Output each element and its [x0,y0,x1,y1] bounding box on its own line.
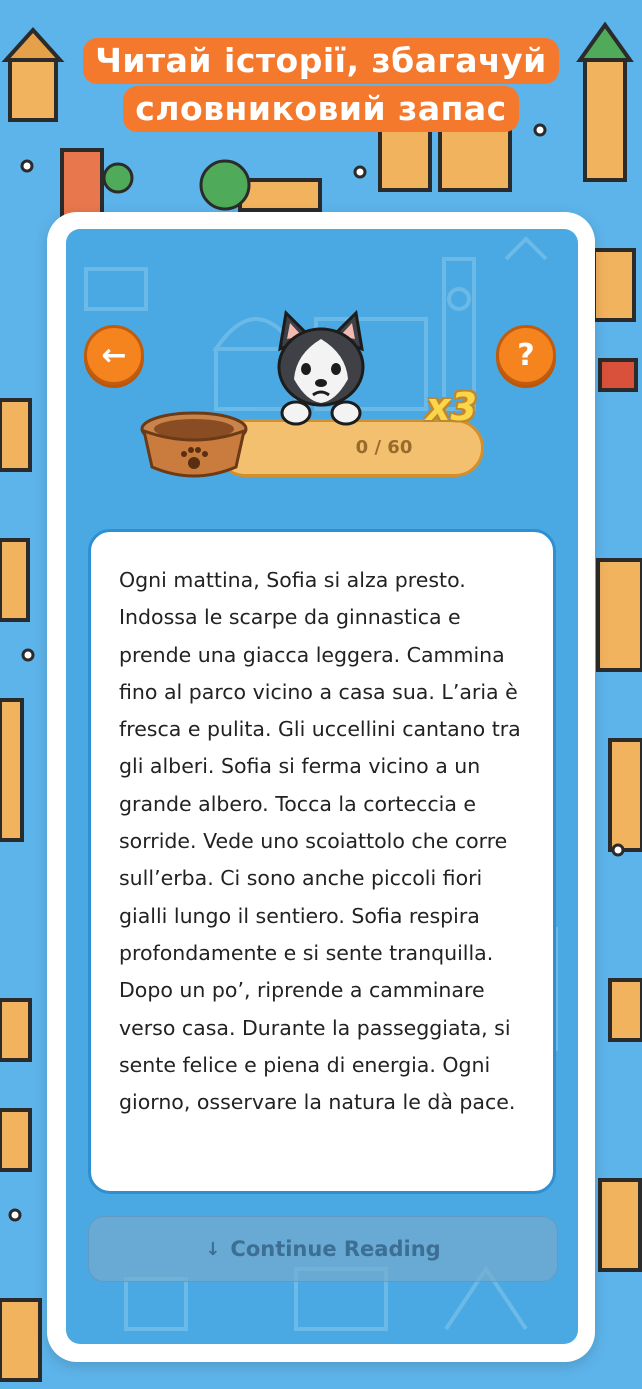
continue-reading-label: Continue Reading [230,1237,441,1261]
score-multiplier: x3 [426,385,477,429]
reading-screen: ← ? 0 / 60 x3 Ogni mattina, Sofia si alz… [66,229,578,1344]
phone-frame: ← ? 0 / 60 x3 Ogni mattina, Sofia si alz… [47,212,595,1362]
story-card[interactable]: Ogni mattina, Sofia si alza presto. Indo… [88,529,556,1194]
continue-reading-button[interactable]: ↓ Continue Reading [88,1216,558,1282]
back-button[interactable]: ← [84,325,144,385]
husky-dog-mascot [277,309,365,426]
question-mark-icon: ? [517,337,535,373]
story-text: Ogni mattina, Sofia si alza presto. Indo… [119,568,521,1115]
arrow-down-icon: ↓ [205,1238,221,1260]
progress-label: 0 / 60 [355,437,413,458]
arrow-left-icon: ← [101,337,127,373]
food-bowl-icon [140,411,248,478]
promo-headline: Читай історії, збагачуй словниковий запа… [0,38,642,132]
help-button[interactable]: ? [496,325,556,385]
headline-line-2: словниковий запас [123,86,519,132]
headline-line-1: Читай історії, збагачуй [83,38,559,84]
